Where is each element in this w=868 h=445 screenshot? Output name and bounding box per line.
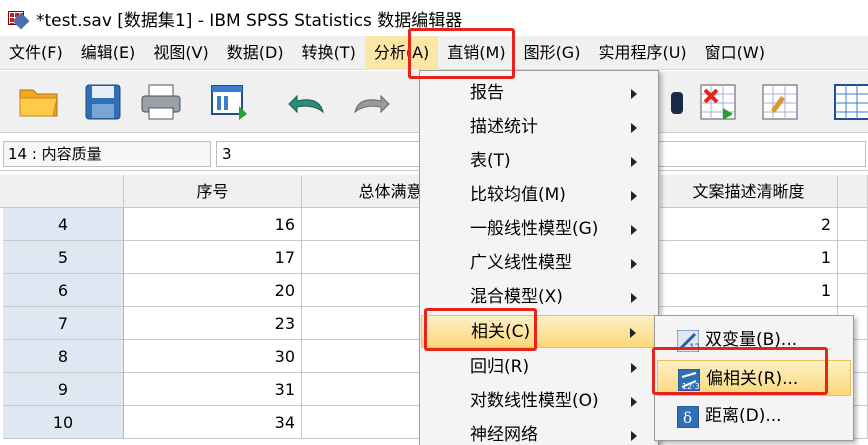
menu-transform[interactable]: 转换(T) bbox=[293, 36, 365, 70]
submenu-arrow-icon bbox=[631, 431, 637, 441]
column-header-copy-clarity[interactable]: 文案描述清晰度 bbox=[660, 175, 838, 208]
menu-item-bivariate[interactable]: 12 双变量(B)... bbox=[657, 322, 851, 358]
menu-item-neural-networks[interactable]: 神经网络 bbox=[421, 419, 657, 445]
menu-analyze[interactable]: 分析(A) bbox=[364, 35, 439, 70]
submenu-arrow-icon bbox=[631, 123, 637, 133]
menu-window[interactable]: 窗口(W) bbox=[696, 36, 774, 70]
cell-clarity[interactable]: 1 bbox=[660, 241, 838, 274]
column-header-seq[interactable]: 序号 bbox=[124, 175, 302, 208]
submenu-arrow-icon bbox=[630, 328, 636, 338]
column-header-next[interactable] bbox=[838, 175, 868, 208]
distance-icon: δ bbox=[676, 405, 700, 429]
menu-graphs[interactable]: 图形(G) bbox=[515, 36, 590, 70]
menu-direct-marketing[interactable]: 直销(M) bbox=[438, 36, 514, 70]
submenu-arrow-icon bbox=[631, 259, 637, 269]
menu-item-label: 一般线性模型(G) bbox=[470, 219, 599, 239]
submenu-arrow-icon bbox=[631, 225, 637, 235]
svg-text:12·3: 12·3 bbox=[682, 382, 700, 391]
title-bar: *test.sav [数据集1] - IBM SPSS Statistics 数… bbox=[0, 0, 868, 36]
variables-icon[interactable] bbox=[826, 79, 868, 125]
menu-item-label: 描述统计 bbox=[470, 117, 538, 137]
menu-item-label: 广义线性模型 bbox=[470, 253, 572, 273]
row-number[interactable]: 8 bbox=[3, 340, 124, 373]
analyze-dropdown-menu: 报告 描述统计 表(T) 比较均值(M) 一般线性模型(G) 广义线性模型 混合… bbox=[419, 70, 659, 445]
menu-item-label: 神经网络 bbox=[470, 425, 538, 445]
menu-item-generalized-linear-models[interactable]: 广义线性模型 bbox=[421, 247, 657, 280]
submenu-arrow-icon bbox=[631, 191, 637, 201]
correlate-submenu: 12 双变量(B)... 12·3 偏相关(R)... δ 距离(D)... bbox=[654, 315, 854, 441]
menu-bar: 文件(F) 编辑(E) 视图(V) 数据(D) 转换(T) 分析(A) 直销(M… bbox=[0, 35, 868, 70]
menu-view[interactable]: 视图(V) bbox=[144, 36, 217, 70]
corner-header[interactable] bbox=[0, 175, 124, 208]
cell-seq[interactable]: 23 bbox=[124, 307, 302, 340]
menu-item-partial[interactable]: 12·3 偏相关(R)... bbox=[657, 360, 851, 396]
row-number[interactable]: 5 bbox=[3, 241, 124, 274]
submenu-arrow-icon bbox=[631, 363, 637, 373]
row-number[interactable]: 10 bbox=[3, 406, 124, 439]
window-title: *test.sav [数据集1] - IBM SPSS Statistics 数… bbox=[36, 10, 463, 31]
undo-icon[interactable] bbox=[282, 79, 332, 125]
menu-item-label: 报告 bbox=[470, 83, 504, 103]
redo-icon[interactable] bbox=[346, 79, 396, 125]
print-icon[interactable] bbox=[136, 79, 186, 125]
menu-item-label: 混合模型(X) bbox=[470, 287, 563, 307]
menu-item-general-linear-model[interactable]: 一般线性模型(G) bbox=[421, 213, 657, 246]
menu-item-tables[interactable]: 表(T) bbox=[421, 145, 657, 178]
open-folder-icon[interactable] bbox=[14, 79, 64, 125]
menu-item-mixed-models[interactable]: 混合模型(X) bbox=[421, 281, 657, 314]
row-number[interactable]: 6 bbox=[3, 274, 124, 307]
dialog-recall-icon[interactable] bbox=[206, 79, 256, 125]
menu-item-correlate[interactable]: 相关(C) bbox=[421, 315, 657, 348]
menu-file[interactable]: 文件(F) bbox=[0, 36, 72, 70]
menu-edit[interactable]: 编辑(E) bbox=[72, 36, 145, 70]
menu-item-label: 对数线性模型(O) bbox=[470, 391, 599, 411]
cell-next[interactable] bbox=[838, 274, 868, 307]
menu-item-reports[interactable]: 报告 bbox=[421, 77, 657, 110]
insert-cases-icon[interactable] bbox=[694, 79, 744, 125]
partial-correlation-icon: 12·3 bbox=[677, 368, 701, 392]
cell-reference-box[interactable]: 14 : 内容质量 bbox=[3, 141, 211, 167]
row-number[interactable]: 9 bbox=[3, 373, 124, 406]
cell-seq[interactable]: 30 bbox=[124, 340, 302, 373]
svg-text:δ: δ bbox=[683, 409, 692, 427]
cell-clarity[interactable]: 2 bbox=[660, 208, 838, 241]
save-disk-icon[interactable] bbox=[78, 79, 128, 125]
menu-utilities[interactable]: 实用程序(U) bbox=[589, 36, 695, 70]
submenu-arrow-icon bbox=[631, 293, 637, 303]
menu-item-descriptive-statistics[interactable]: 描述统计 bbox=[421, 111, 657, 144]
spss-app-icon bbox=[6, 7, 30, 30]
cell-clarity[interactable]: 1 bbox=[660, 274, 838, 307]
menu-item-loglinear[interactable]: 对数线性模型(O) bbox=[421, 385, 657, 418]
menu-item-regression[interactable]: 回归(R) bbox=[421, 351, 657, 384]
menu-item-distances[interactable]: δ 距离(D)... bbox=[657, 398, 851, 434]
cell-seq[interactable]: 20 bbox=[124, 274, 302, 307]
cell-seq[interactable]: 17 bbox=[124, 241, 302, 274]
menu-item-label: 相关(C) bbox=[471, 322, 531, 342]
select-cases-icon[interactable] bbox=[756, 79, 806, 125]
submenu-arrow-icon bbox=[631, 397, 637, 407]
cell-seq[interactable]: 31 bbox=[124, 373, 302, 406]
submenu-arrow-icon bbox=[631, 157, 637, 167]
cell-seq[interactable]: 16 bbox=[124, 208, 302, 241]
bivariate-icon: 12 bbox=[676, 329, 700, 353]
menu-data[interactable]: 数据(D) bbox=[218, 36, 293, 70]
menu-item-label: 比较均值(M) bbox=[470, 185, 566, 205]
row-number[interactable]: 7 bbox=[3, 307, 124, 340]
row-number[interactable]: 4 bbox=[3, 208, 124, 241]
menu-item-compare-means[interactable]: 比较均值(M) bbox=[421, 179, 657, 212]
menu-item-label: 回归(R) bbox=[470, 357, 530, 377]
menu-item-label: 表(T) bbox=[470, 151, 511, 171]
svg-text:12: 12 bbox=[689, 343, 699, 352]
menu-item-label: 双变量(B)... bbox=[705, 330, 798, 350]
cell-seq[interactable]: 34 bbox=[124, 406, 302, 439]
cell-next[interactable] bbox=[838, 241, 868, 274]
submenu-arrow-icon bbox=[631, 89, 637, 99]
menu-item-label: 距离(D)... bbox=[705, 406, 782, 426]
menu-item-label: 偏相关(R)... bbox=[706, 369, 799, 389]
cell-next[interactable] bbox=[838, 208, 868, 241]
